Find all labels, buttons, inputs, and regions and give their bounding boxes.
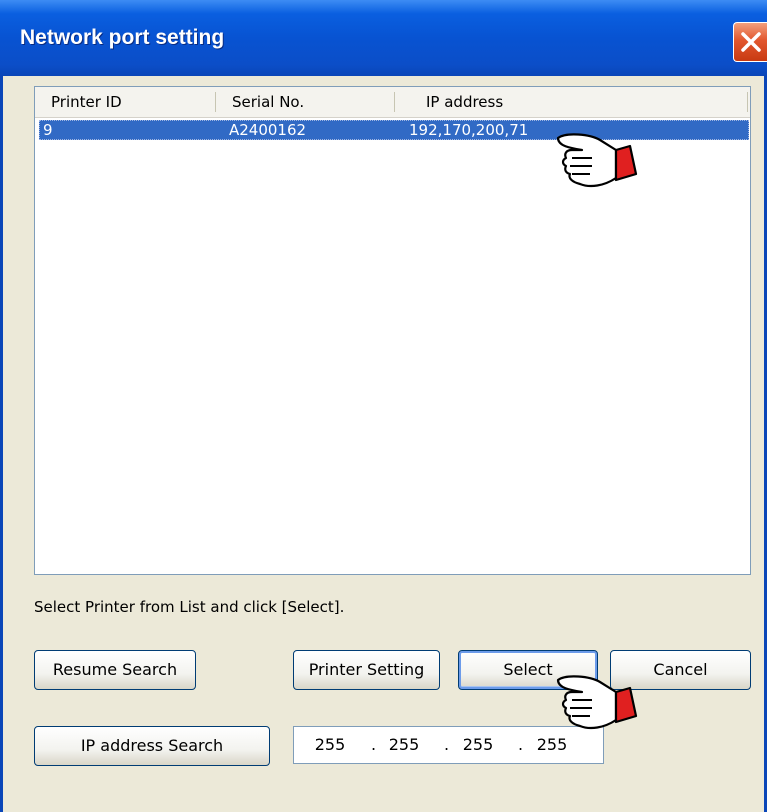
column-separator[interactable] [215, 92, 216, 112]
cell-ip-address: 192,170,200,71 [409, 121, 529, 139]
ip-separator: . [444, 735, 450, 754]
close-icon [741, 32, 761, 52]
title-bar[interactable]: Network port setting [0, 0, 767, 76]
table-row-selected[interactable]: 9 A2400162 192,170,200,71 [39, 120, 749, 140]
column-separator[interactable] [394, 92, 395, 112]
ip-octet-3[interactable]: 255 [458, 727, 498, 763]
column-separator[interactable] [747, 92, 748, 112]
list-header: Printer ID Serial No. IP address [35, 87, 750, 118]
instruction-text: Select Printer from List and click [Sele… [34, 598, 345, 616]
ip-separator: . [371, 735, 377, 754]
pointing-hand-icon [556, 133, 638, 188]
printer-list[interactable]: Printer ID Serial No. IP address 9 A2400… [34, 86, 751, 575]
close-button[interactable] [733, 22, 767, 62]
cell-serial-no: A2400162 [229, 121, 307, 139]
network-port-dialog: Network port setting Printer ID Serial N… [0, 0, 767, 812]
column-header-serial-no[interactable]: Serial No. [232, 87, 304, 117]
window-frame-left [0, 76, 3, 812]
column-header-ip-address[interactable]: IP address [426, 87, 503, 117]
printer-setting-button[interactable]: Printer Setting [293, 650, 440, 690]
pointing-hand-icon [556, 675, 638, 730]
ip-octet-2[interactable]: 255 [384, 727, 424, 763]
ip-octet-1[interactable]: 255 [310, 727, 350, 763]
ip-separator: . [518, 735, 524, 754]
resume-search-button[interactable]: Resume Search [34, 650, 196, 690]
column-header-printer-id[interactable]: Printer ID [51, 87, 122, 117]
ip-address-search-button[interactable]: IP address Search [34, 726, 270, 766]
cell-printer-id: 9 [43, 121, 53, 139]
window-title: Network port setting [20, 26, 225, 49]
